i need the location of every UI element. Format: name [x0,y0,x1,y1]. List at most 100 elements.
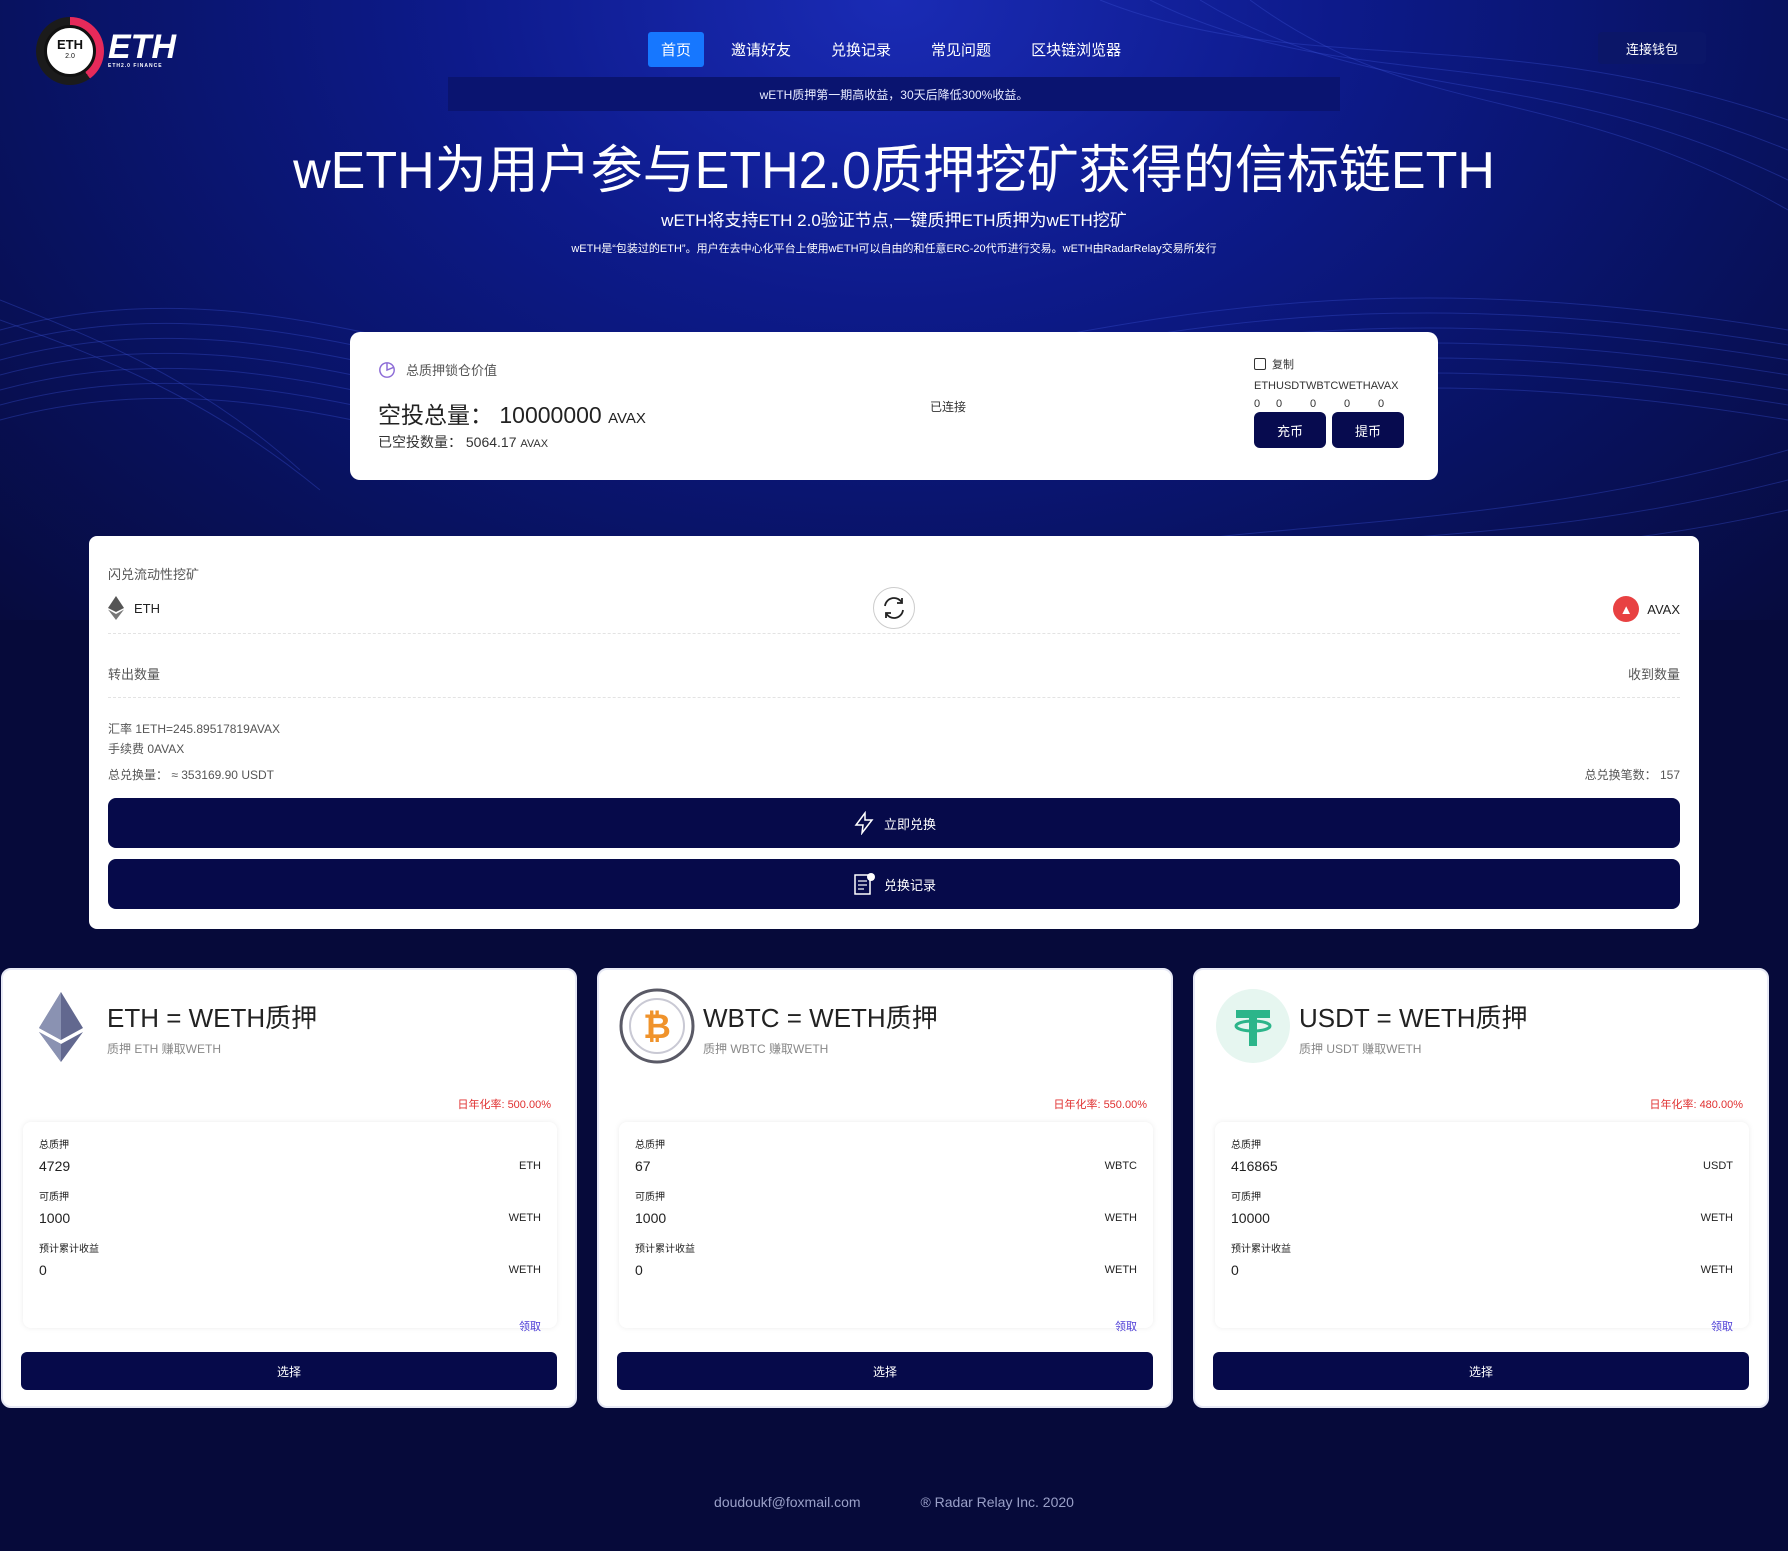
pool-subtitle: 质押 WBTC 赚取WETH [703,1042,829,1056]
available-value: 1000 [39,1210,71,1226]
total-staked-unit: USDT [1703,1160,1733,1172]
svg-text:₿: ₿ [643,1007,671,1047]
claim-link[interactable]: 领取 [1115,1318,1137,1334]
swap-title: 闪兑流动性挖矿 [108,567,200,582]
logo-wordmark: ETH ETH2.0 FINANCE [108,30,176,70]
available-unit: WETH [1104,1212,1137,1224]
logo-mark: ETH 2.0 [36,17,104,85]
balance-eth: 0 [1254,398,1261,410]
earnings-label: 预计累计收益 [635,1244,695,1255]
earnings-label: 预计累计收益 [39,1244,99,1255]
balance-usdt: 0 [1276,398,1283,410]
pool-stats: 总质押 67 WBTC 可质押 1000 WETH 预计累计收益 0 WETH … [619,1122,1153,1333]
swap-now-button[interactable]: 立即兑换 [108,798,1680,848]
earnings-unit: WETH [508,1264,541,1276]
hero-title: wETH为用户参与ETH2.0质押挖矿获得的信标链ETH [293,142,1495,200]
available-label: 可质押 [39,1192,69,1203]
total-staked-value: 416865 [1231,1158,1278,1174]
available-unit: WETH [508,1212,541,1224]
logo-badge: ETH 2.0 [44,25,96,77]
available-value: 10000 [1231,1210,1270,1226]
withdraw-button[interactable]: 提币 [1332,412,1404,448]
nav-item-invite[interactable]: 邀请好友 [718,32,804,67]
refresh-swap-icon [884,597,904,619]
earnings-unit: WETH [1700,1264,1733,1276]
lightning-icon [854,811,874,835]
footer-copyright: ® Radar Relay Inc. 2020 [920,1494,1074,1510]
tvl-card: 总质押锁仓价值 空投总量： 10000000 AVAX 已空投数量： 5064.… [350,332,1438,480]
balance-avax: 0 [1378,398,1385,410]
pool-subtitle: 质押 ETH 赚取WETH [107,1042,221,1056]
avalanche-icon: ▲ [1613,596,1640,622]
connection-status: 已连接 [930,400,967,414]
tvl-label: 总质押锁仓价值 [406,363,498,378]
swap-totals: 总兑换量： ≈ 353169.90 USDT 总兑换笔数： 157 [108,766,1680,783]
swap-records-label: 兑换记录 [883,877,936,893]
select-button[interactable]: 选择 [1213,1352,1749,1390]
swap-info: 汇率 1ETH=245.89517819AVAX 手续费 0AVAX [108,719,280,759]
airdrop-total-unit: AVAX [608,410,646,427]
nav-item-records[interactable]: 兑换记录 [818,32,904,67]
logo-badge-text: ETH [57,37,83,52]
total-staked-value: 67 [635,1158,651,1174]
earnings-value: 0 [635,1262,643,1278]
nav-item-explorer[interactable]: 区块链浏览器 [1018,32,1134,67]
select-button[interactable]: 选择 [21,1352,557,1390]
swap-from-token[interactable]: ETH [108,596,160,620]
pool-title: WBTC = WETH质押 [703,1003,938,1033]
airdrop-total-value: 10000000 [499,402,602,428]
available-label: 可质押 [1231,1192,1261,1203]
total-staked-label: 总质押 [635,1140,665,1151]
deposit-button[interactable]: 充币 [1254,412,1326,448]
pool-stats: 总质押 416865 USDT 可质押 10000 WETH 预计累计收益 0 … [1215,1122,1749,1333]
pie-chart-icon [379,361,395,378]
earnings-value: 0 [1231,1262,1239,1278]
airdrop-distributed: 已空投数量： 5064.17 AVAX [378,432,548,452]
pool-card-wbtc: ₿ WBTC = WETH质押 质押 WBTC 赚取WETH 日年化率: 550… [597,968,1173,1408]
total-staked-label: 总质押 [1231,1140,1261,1151]
pool-stats: 总质押 4729 ETH 可质押 1000 WETH 预计累计收益 0 WETH… [23,1122,557,1333]
claim-link[interactable]: 领取 [1711,1318,1733,1334]
divider [108,633,1680,634]
earnings-label: 预计累计收益 [1231,1244,1291,1255]
swap-to-token[interactable]: ▲ AVAX [1613,596,1680,622]
select-button[interactable]: 选择 [617,1352,1153,1390]
nav-item-home[interactable]: 首页 [648,32,705,67]
swap-records-button[interactable]: 兑换记录 [108,859,1680,909]
total-staked-value: 4729 [39,1158,71,1174]
notice-banner: wETH质押第一期高收益，30天后降低300%收益。 [448,77,1340,111]
divider [108,697,1680,698]
pool-apr: 日年化率: 480.00% [1649,1099,1743,1111]
swap-now-label: 立即兑换 [883,816,936,832]
send-amount-label: 转出数量 [108,667,161,682]
available-value: 1000 [635,1210,667,1226]
swap-to-label: AVAX [1647,601,1680,617]
main-nav: 首页 邀请好友 兑换记录 常见问题 区块链浏览器 [648,32,1148,67]
tether-icon [1216,989,1290,1063]
available-label: 可质押 [635,1192,665,1203]
swap-direction-button[interactable] [873,587,915,629]
pool-apr: 日年化率: 550.00% [1053,1099,1147,1111]
claim-link[interactable]: 领取 [519,1318,541,1334]
site-logo[interactable]: ETH 2.0 ETH ETH2.0 FINANCE [36,16,186,86]
pool-card-eth: ETH = WETH质押 质押 ETH 赚取WETH 日年化率: 500.00%… [1,968,577,1408]
pool-card-usdt: USDT = WETH质押 质押 USDT 赚取WETH 日年化率: 480.0… [1193,968,1769,1408]
copy-label: 复制 [1272,359,1294,371]
earnings-value: 0 [39,1262,47,1278]
nav-item-faq[interactable]: 常见问题 [918,32,1004,67]
document-icon [854,873,875,895]
pool-title: ETH = WETH质押 [107,1003,318,1033]
airdrop-distributed-value: 5064.17 [465,434,517,450]
airdrop-distributed-unit: AVAX [520,438,549,450]
connect-wallet-button[interactable]: 连接钱包 [1598,32,1706,64]
copy-button[interactable]: 复制 [1254,356,1414,372]
footer-email[interactable]: doudoukf@foxmail.com [714,1494,861,1510]
total-count: 总兑换笔数： 157 [1584,768,1680,782]
available-unit: WETH [1700,1212,1733,1224]
wallet-panel: 复制 ETHUSDTWBTCWETHAVAX 0 0 0 0 0 充币 提币 [1254,356,1414,448]
airdrop-distributed-label: 已空投数量： [378,434,462,450]
pool-subtitle: 质押 USDT 赚取WETH [1299,1042,1422,1056]
token-list: ETHUSDTWBTCWETHAVAX [1254,380,1399,392]
exchange-rate: 汇率 1ETH=245.89517819AVAX [108,722,280,736]
ethereum-icon [108,596,124,620]
